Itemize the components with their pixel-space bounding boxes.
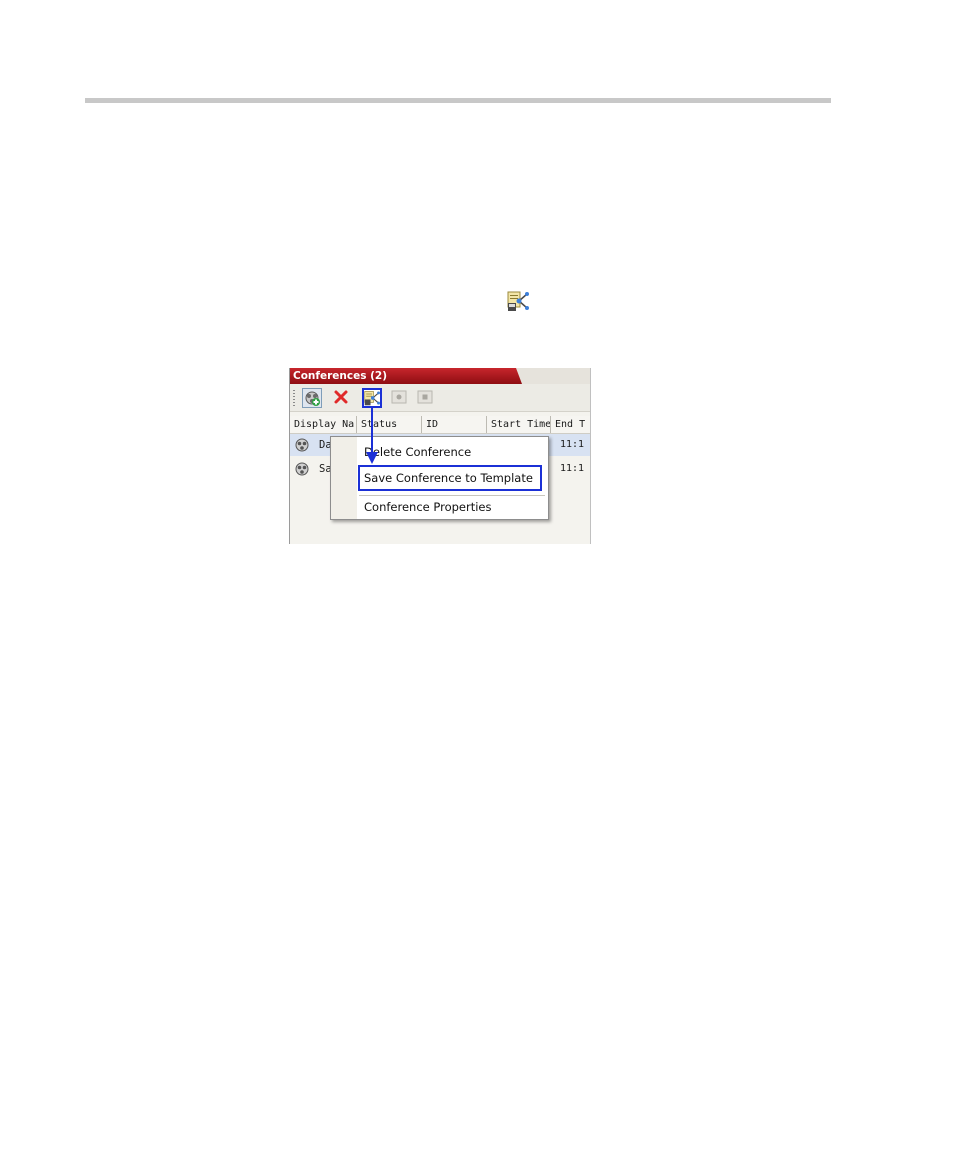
save-to-template-button[interactable] xyxy=(362,388,382,408)
delete-conference-button[interactable] xyxy=(332,388,352,408)
panel-title: Conferences (2) xyxy=(293,370,388,382)
save-to-template-icon xyxy=(507,291,529,311)
delete-icon xyxy=(334,390,348,404)
column-id[interactable]: ID xyxy=(422,416,487,433)
stop-icon xyxy=(417,390,433,404)
conference-icon xyxy=(295,462,309,476)
new-conference-icon xyxy=(305,391,320,406)
new-conference-button[interactable] xyxy=(302,388,322,408)
column-start-time[interactable]: Start Time xyxy=(487,416,551,433)
column-end-time[interactable]: End T xyxy=(551,416,590,433)
record-button[interactable] xyxy=(390,388,410,408)
record-icon xyxy=(391,390,407,404)
column-header-row: Display Na Status ID Start Time End T xyxy=(290,416,590,434)
menu-separator xyxy=(359,495,545,496)
stop-button[interactable] xyxy=(416,388,436,408)
toolbar-grip[interactable] xyxy=(293,390,295,406)
callout-arrow xyxy=(366,408,378,464)
save-to-template-icon xyxy=(364,391,380,406)
row-end-time: 11:1 xyxy=(560,439,585,450)
highlight-box xyxy=(358,465,542,491)
menu-item-conference-properties[interactable]: Conference Properties xyxy=(364,500,492,514)
column-display-name[interactable]: Display Na xyxy=(290,416,357,433)
panel-titlebar: Conferences (2) xyxy=(290,368,590,384)
context-menu-gutter xyxy=(331,437,357,519)
header-rule xyxy=(85,98,831,103)
row-end-time: 11:1 xyxy=(560,463,585,474)
panel-toolbar xyxy=(290,384,590,412)
conference-icon xyxy=(295,438,309,452)
